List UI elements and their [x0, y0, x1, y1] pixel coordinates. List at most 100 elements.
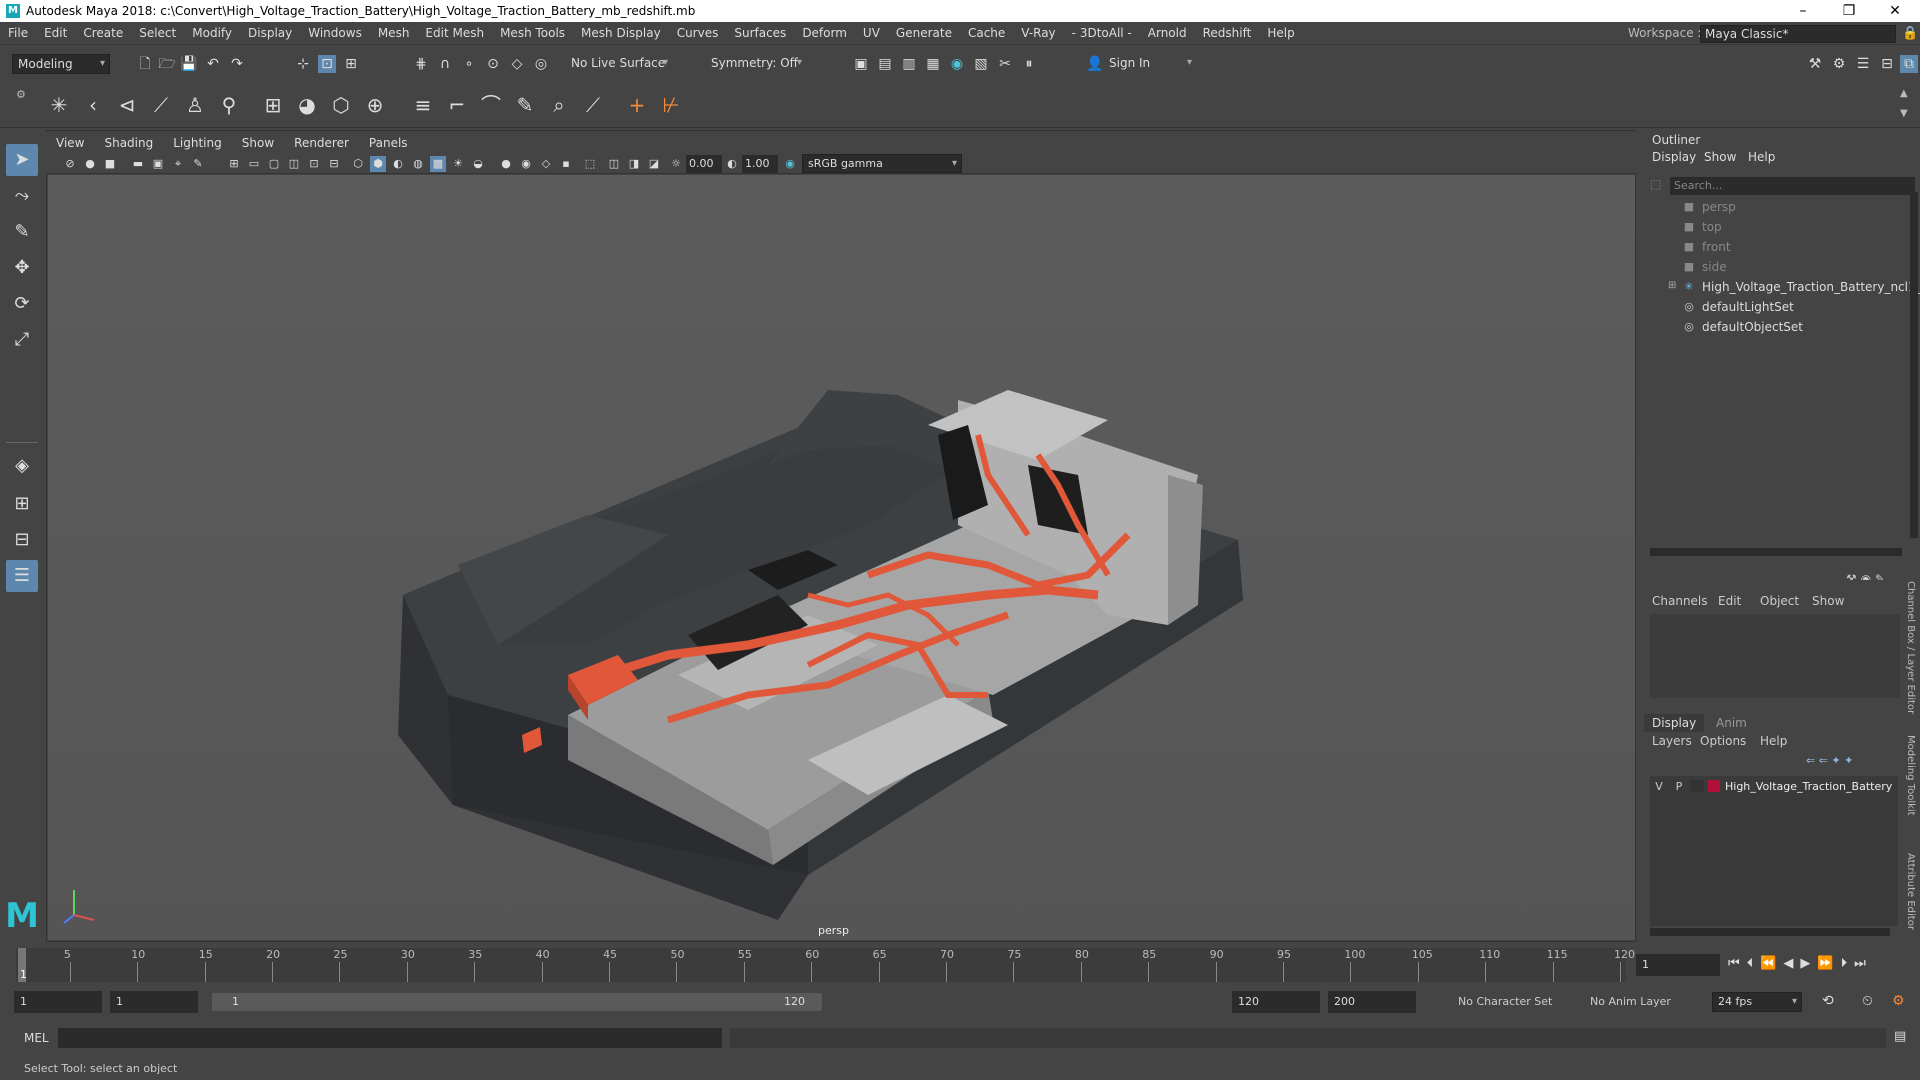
current-frame-field[interactable]: 1	[1636, 954, 1720, 976]
live-surface-field[interactable]: No Live Surface	[566, 54, 672, 74]
open-scene-icon[interactable]: 🗁	[158, 55, 176, 73]
menu-deform[interactable]: Deform	[794, 26, 855, 40]
layer-row[interactable]: V P High_Voltage_Traction_Battery	[1650, 776, 1898, 796]
camera-lock-icon[interactable]: ●	[82, 156, 98, 172]
channel-object-menu[interactable]: Object	[1760, 594, 1799, 608]
menu-surfaces[interactable]: Surfaces	[726, 26, 794, 40]
menu-mesh[interactable]: Mesh	[370, 26, 418, 40]
locator-target-icon[interactable]: ⊬	[658, 92, 684, 118]
select-object-icon[interactable]: ⊡	[318, 55, 336, 73]
menu-display[interactable]: Display	[240, 26, 300, 40]
new-scene-icon[interactable]: 🗋	[136, 55, 154, 73]
playback-end-field[interactable]: 120	[1232, 991, 1320, 1013]
humanik-icon[interactable]: ♙	[182, 92, 208, 118]
toggle-tool-settings-icon[interactable]: ☰	[1854, 55, 1872, 73]
menu-mesh-display[interactable]: Mesh Display	[573, 26, 669, 40]
menu-windows[interactable]: Windows	[300, 26, 370, 40]
grid-toggle-icon[interactable]: ⊞	[226, 156, 242, 172]
joint-tool-icon[interactable]: ✳	[46, 92, 72, 118]
image-plane-icon[interactable]: ▣	[150, 156, 166, 172]
workspace-dropdown[interactable]: Maya Classic*	[1700, 25, 1896, 43]
gamma-field[interactable]: 1.00	[742, 155, 778, 173]
camera-attr-icon[interactable]: ■	[102, 156, 118, 172]
single-view-icon[interactable]: ◈	[6, 450, 38, 482]
animation-prefs-icon[interactable]: ⚙	[1892, 993, 1905, 1009]
ambient-occlusion-icon[interactable]: ●	[498, 156, 514, 172]
time-ruler[interactable]	[16, 948, 1626, 982]
snap-grid-icon[interactable]: ⋕	[412, 55, 430, 73]
snap-point-icon[interactable]: ∘	[460, 55, 478, 73]
outliner-item-front[interactable]: ■ front	[1682, 238, 1731, 256]
exposure-icon[interactable]: ☼	[668, 156, 684, 172]
viewport-menu-show[interactable]: Show	[232, 136, 284, 150]
viewport-menu-lighting[interactable]: Lighting	[163, 136, 232, 150]
snap-curve-icon[interactable]: ∩	[436, 55, 454, 73]
anim-end-field[interactable]: 200	[1328, 991, 1416, 1013]
wireframe-icon[interactable]: ⬡	[350, 156, 366, 172]
side-tab-attribute-editor[interactable]: Attribute Editor	[1905, 853, 1916, 930]
layer-type-box[interactable]	[1690, 780, 1704, 792]
lock-icon[interactable]: 🔒	[1902, 26, 1918, 41]
layers-menu[interactable]: Layers	[1652, 734, 1692, 748]
render-frame-icon[interactable]: ▣	[852, 55, 870, 73]
loop-icon[interactable]: ⟲	[1822, 993, 1834, 1009]
command-input[interactable]	[58, 1028, 722, 1048]
ik-handle-icon[interactable]: ‹	[80, 92, 106, 118]
select-tool-icon[interactable]: ➤	[6, 144, 38, 176]
side-tab-modeling-toolkit[interactable]: Modeling Toolkit	[1905, 735, 1916, 816]
layer-hscrollbar[interactable]	[1650, 928, 1890, 936]
render-globe-icon[interactable]: ▧	[972, 55, 990, 73]
xray-icon[interactable]: ◫	[606, 156, 622, 172]
layer-help-menu[interactable]: Help	[1760, 734, 1787, 748]
menu-help[interactable]: Help	[1259, 26, 1302, 40]
outliner-item-persp[interactable]: ■ persp	[1682, 198, 1736, 216]
locator-icon[interactable]: +	[624, 92, 650, 118]
shelf-scroll-up-icon[interactable]: ▲	[1900, 88, 1908, 99]
default-material-icon[interactable]: ◐	[390, 156, 406, 172]
menu-arnold[interactable]: Arnold	[1140, 26, 1195, 40]
shelf-options-icon[interactable]: ⚙	[16, 88, 26, 101]
menu-edit[interactable]: Edit	[36, 26, 75, 40]
maximize-button[interactable]: ❐	[1826, 0, 1872, 22]
xray-joints-icon[interactable]: ◨	[626, 156, 642, 172]
bookmark-icon[interactable]: ▬	[130, 156, 146, 172]
wrap-icon[interactable]: ⬡	[328, 92, 354, 118]
smooth-shade-icon[interactable]: ⬢	[370, 156, 386, 172]
gate-mask-icon[interactable]: ◫	[286, 156, 302, 172]
playback-controls-icon[interactable]: ⏮⏴⏪◀▶⏩⏵⏭	[1728, 956, 1873, 971]
mode-dropdown[interactable]: Modeling	[12, 54, 110, 74]
range-bar[interactable]	[212, 993, 822, 1011]
outliner-menu-display[interactable]: Display	[1652, 150, 1696, 164]
toggle-channel-box-icon[interactable]: ⊟	[1878, 55, 1896, 73]
command-lang-label[interactable]: MEL	[24, 1031, 49, 1045]
snap-live-icon[interactable]: ◎	[532, 55, 550, 73]
character-set-field[interactable]: No Character Set	[1458, 995, 1552, 1008]
outliner-menu-show[interactable]: Show	[1704, 150, 1736, 164]
revolve-icon[interactable]: ⟋	[580, 92, 606, 118]
move-tool-icon[interactable]: ✥	[6, 252, 38, 284]
playback-start-field[interactable]: 1	[110, 991, 198, 1013]
tab-anim[interactable]: Anim	[1708, 714, 1755, 732]
toggle-modeling-toolkit-icon[interactable]: ⚒	[1806, 55, 1824, 73]
skeleton-icon[interactable]: ⚲	[216, 92, 242, 118]
hypershade-icon[interactable]: ▦	[924, 55, 942, 73]
gamma-icon[interactable]: ◐	[724, 156, 740, 172]
channels-menu[interactable]: Channels	[1652, 594, 1708, 608]
color-space-dropdown[interactable]: sRGB gamma	[802, 154, 962, 173]
snap-surface-icon[interactable]: ◇	[508, 55, 526, 73]
auto-key-icon[interactable]: ⏲	[1862, 993, 1873, 1009]
menu-modify[interactable]: Modify	[184, 26, 240, 40]
outliner-item-default-light-set[interactable]: ◎ defaultLightSet	[1682, 298, 1794, 316]
fps-dropdown[interactable]: 24 fps	[1712, 992, 1802, 1012]
arc-tool-icon[interactable]: ⌕	[546, 92, 572, 118]
bezier-icon[interactable]: ⌒	[478, 92, 504, 118]
anti-aliasing-icon[interactable]: ◇	[538, 156, 554, 172]
textured-icon[interactable]: ▩	[430, 156, 446, 172]
menu-vray[interactable]: V-Ray	[1013, 26, 1063, 40]
channel-edit-menu[interactable]: Edit	[1718, 594, 1741, 608]
viewport-menu-view[interactable]: View	[46, 136, 94, 150]
pencil-curve-icon[interactable]: ✎	[512, 92, 538, 118]
menu-file[interactable]: File	[0, 26, 36, 40]
close-button[interactable]: ✕	[1872, 0, 1918, 22]
outliner-item-default-object-set[interactable]: ◎ defaultObjectSet	[1682, 318, 1803, 336]
